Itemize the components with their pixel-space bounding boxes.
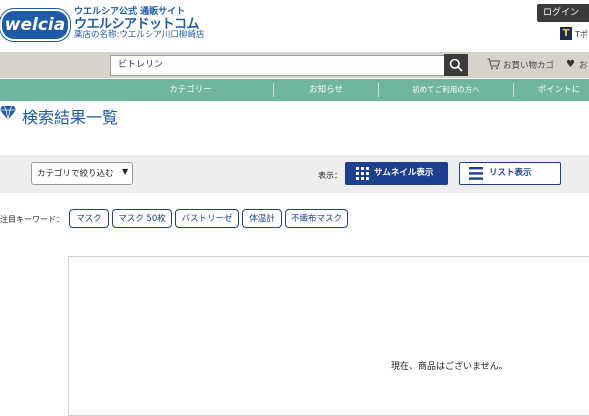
list-icon <box>469 167 483 180</box>
nav-item-category[interactable]: カテゴリー <box>108 79 273 101</box>
welcia-logo[interactable]: welcia <box>0 9 70 41</box>
tpoint-icon[interactable]: T <box>560 27 572 40</box>
thumbnail-view-label: サムネイル表示 <box>374 168 434 178</box>
list-view-button[interactable]: リスト表示 <box>459 162 561 185</box>
search-input[interactable] <box>110 55 452 76</box>
cart-icon[interactable] <box>487 58 500 70</box>
empty-results-message: 現在、商品はございません。 <box>391 362 508 372</box>
display-mode-label: 表示： <box>318 171 342 180</box>
heart-icon[interactable]: ♥ <box>566 59 575 70</box>
list-view-label: リスト表示 <box>489 168 532 178</box>
thumbnail-view-button[interactable]: サムネイル表示 <box>345 162 448 185</box>
featured-keywords-label: 注目キーワード： <box>0 215 64 224</box>
cart-link[interactable]: お買い物カゴ <box>503 59 554 71</box>
keyword-chip[interactable]: 体温計 <box>242 209 282 228</box>
search-icon <box>449 58 463 72</box>
chevron-down-icon: ▼ <box>122 167 129 176</box>
search-button[interactable] <box>444 54 468 76</box>
keyword-chip[interactable]: マスク <box>69 209 109 228</box>
tpoint-label[interactable]: Tポ <box>575 29 588 40</box>
keyword-chip[interactable]: バストリーゼ <box>175 209 239 228</box>
results-panel <box>68 256 589 416</box>
login-button[interactable]: ログイン <box>537 4 589 22</box>
keyword-chip[interactable]: マスク 50枚 <box>112 209 172 228</box>
diamond-icon <box>0 105 16 121</box>
page-title: 検索結果一覧 <box>22 108 119 127</box>
nav-item-first-time[interactable]: 初めてご利用の方へ <box>379 79 513 101</box>
grid-icon <box>356 167 369 180</box>
pharmacy-name: 薬店の名称:ウエルシア川口柳崎店 <box>74 30 205 40</box>
nav-item-points[interactable]: ポイントに <box>514 79 589 101</box>
favorites-link[interactable]: お <box>579 59 588 71</box>
keyword-chip[interactable]: 不織布マスク <box>285 209 348 228</box>
nav-item-news[interactable]: お知らせ <box>274 79 378 101</box>
category-filter-select[interactable]: カテゴリで絞り込む <box>31 162 133 185</box>
